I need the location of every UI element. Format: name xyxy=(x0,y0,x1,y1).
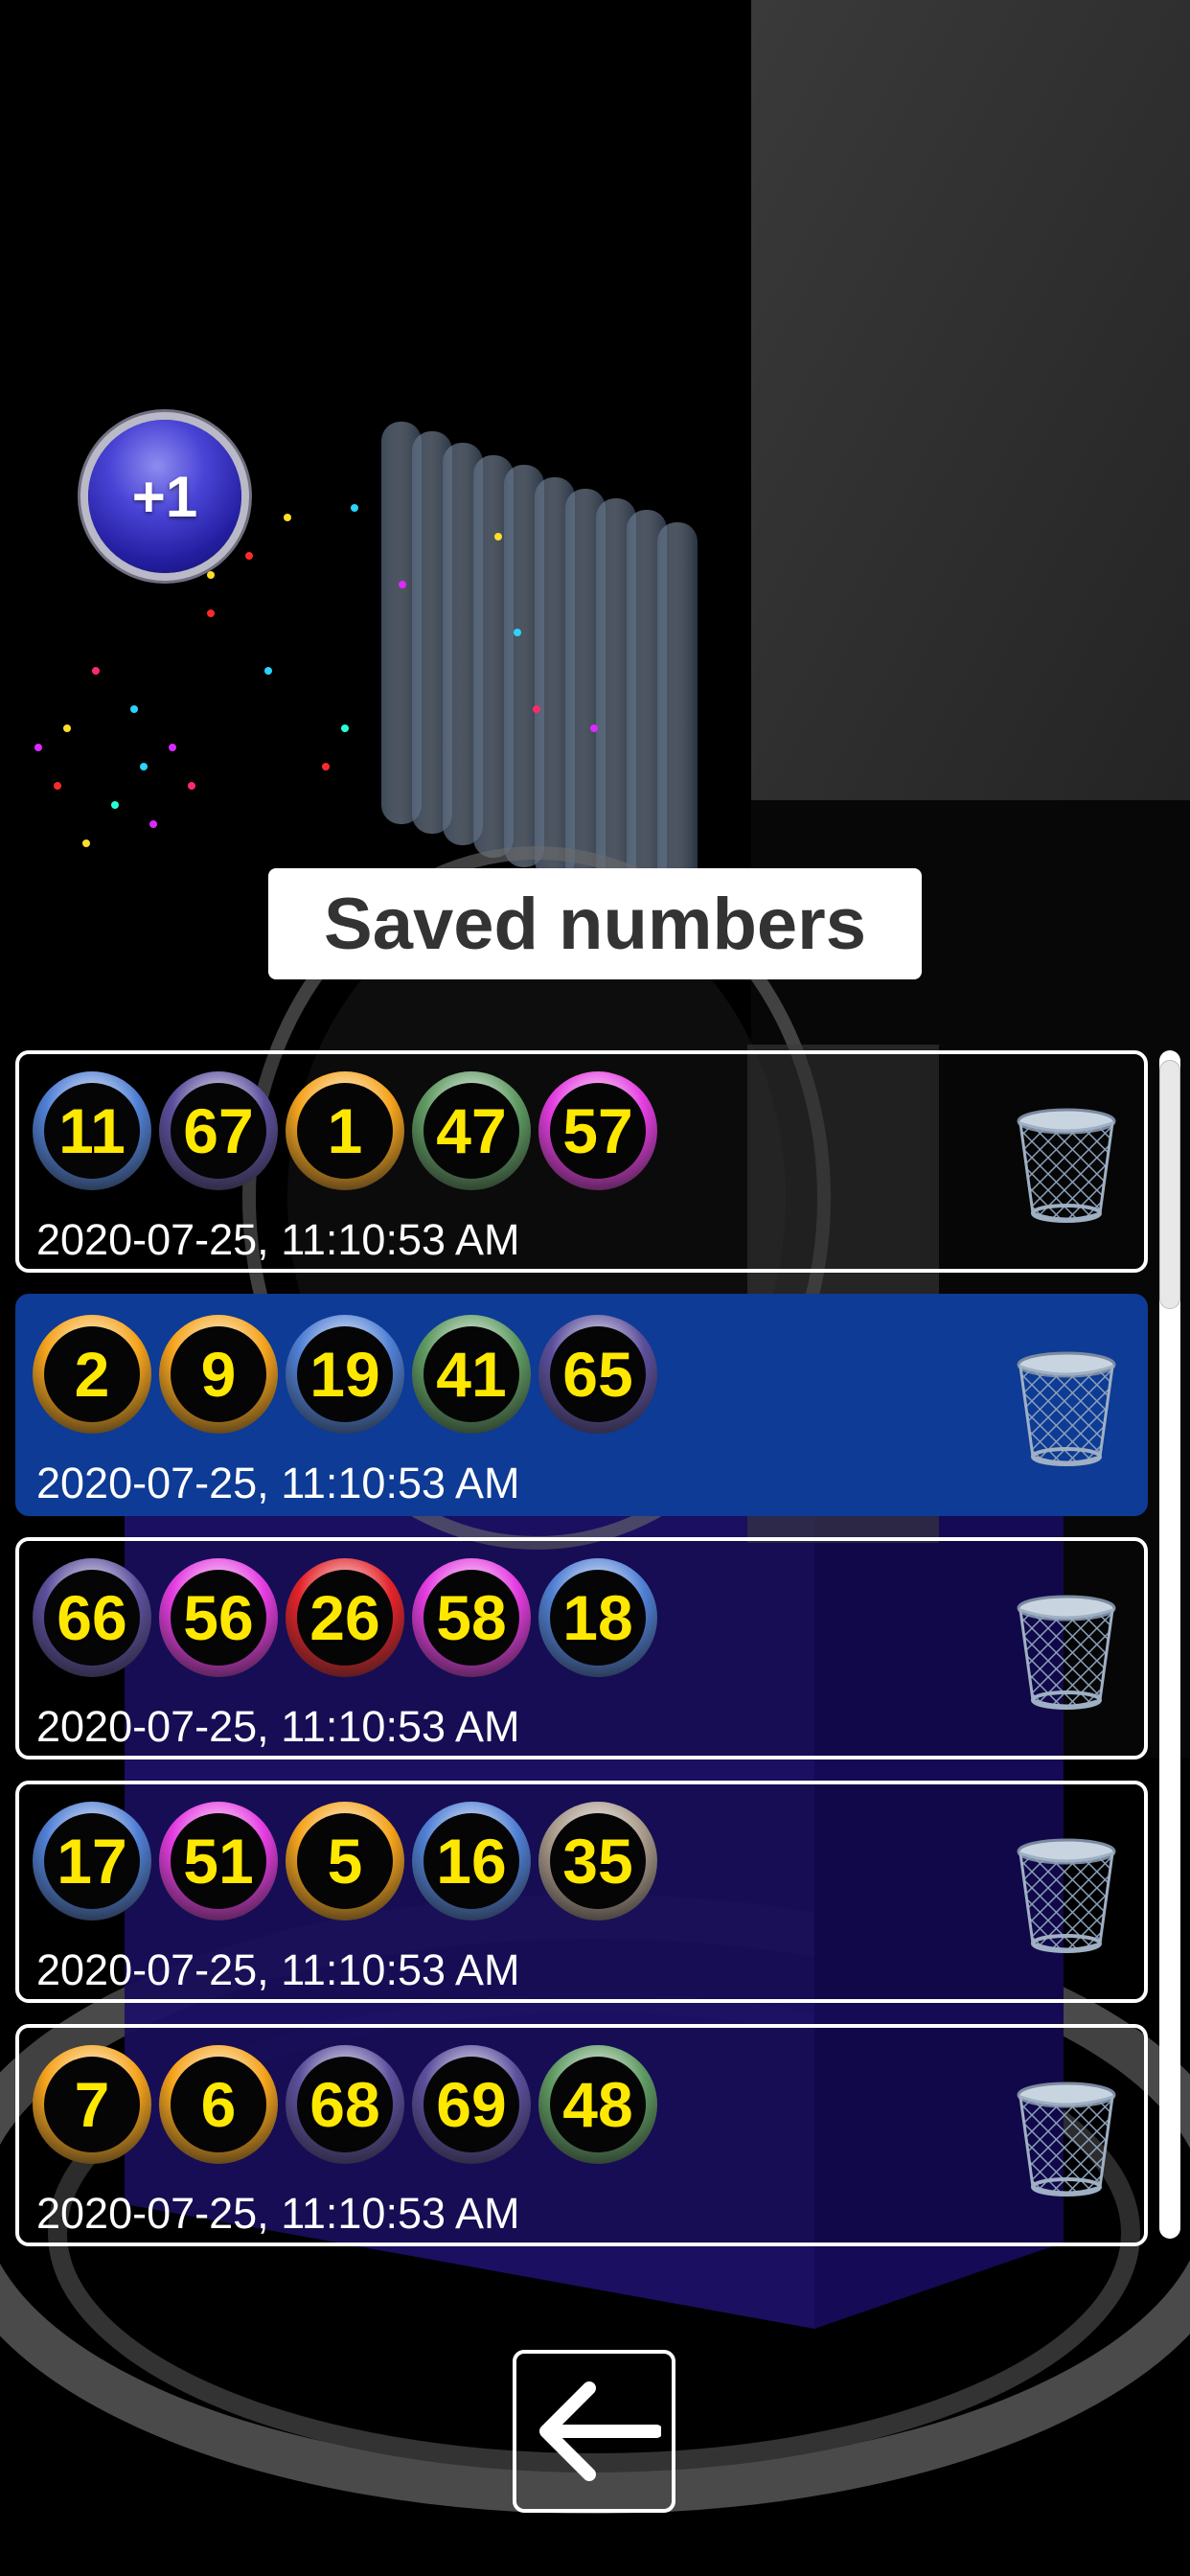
lottery-ball: 18 xyxy=(538,1558,657,1677)
lottery-ball: 9 xyxy=(159,1315,278,1434)
lottery-ball: 17 xyxy=(33,1802,151,1920)
saved-date: 2020-07-25, 11:10:53 AM xyxy=(36,1945,520,1994)
lottery-ball: 16 xyxy=(412,1802,531,1920)
ball-number: 7 xyxy=(74,2069,110,2140)
ball-group: 2 9 19 41 65 xyxy=(33,1315,665,1434)
ball-number: 57 xyxy=(562,1095,633,1166)
ball-number: 9 xyxy=(200,1339,237,1410)
ball-group: 17 51 5 16 35 xyxy=(33,1802,665,1920)
ball-number: 6 xyxy=(200,2069,237,2140)
page-title: Saved numbers xyxy=(268,868,922,979)
arrow-left-icon xyxy=(539,2381,661,2481)
lottery-ball: 2 xyxy=(33,1315,151,1434)
lottery-ball: 5 xyxy=(286,1802,404,1920)
ball-number: 51 xyxy=(183,1826,254,1897)
lottery-ball: 66 xyxy=(33,1558,151,1677)
lottery-ball: 56 xyxy=(159,1558,278,1677)
trash-icon[interactable] xyxy=(1016,1108,1117,1223)
lottery-ball: 19 xyxy=(286,1315,404,1434)
lottery-ball: 68 xyxy=(286,2045,404,2164)
page-title-text: Saved numbers xyxy=(324,883,866,965)
lottery-ball: 69 xyxy=(412,2045,531,2164)
lottery-ball: 67 xyxy=(159,1071,278,1190)
trash-icon[interactable] xyxy=(1016,2082,1117,2196)
trash-icon[interactable] xyxy=(1016,1838,1117,1953)
ball-number: 35 xyxy=(562,1826,633,1897)
saved-date: 2020-07-25, 11:10:53 AM xyxy=(36,1702,520,1751)
ball-number: 11 xyxy=(58,1095,126,1166)
ball-number: 68 xyxy=(309,2069,380,2140)
saved-row[interactable]: 2 9 19 41 65 2020-07-25, 11:10:53 AM xyxy=(15,1294,1148,1516)
ball-number: 2 xyxy=(74,1339,110,1410)
ball-number: 65 xyxy=(562,1339,633,1410)
lottery-ball: 51 xyxy=(159,1802,278,1920)
ball-number: 17 xyxy=(57,1826,127,1897)
lottery-ball: 65 xyxy=(538,1315,657,1434)
ball-number: 69 xyxy=(436,2069,507,2140)
scrollbar-thumb[interactable] xyxy=(1159,1060,1180,1309)
trash-icon[interactable] xyxy=(1016,1595,1117,1710)
ball-number: 26 xyxy=(309,1582,380,1653)
list-scrollbar[interactable] xyxy=(1159,1050,1180,2239)
lottery-ball: 11 xyxy=(33,1071,151,1190)
ball-number: 19 xyxy=(309,1339,380,1410)
trash-icon[interactable] xyxy=(1016,1351,1117,1466)
lottery-ball: 6 xyxy=(159,2045,278,2164)
ball-number: 58 xyxy=(436,1582,507,1653)
saved-date: 2020-07-25, 11:10:53 AM xyxy=(36,1459,520,1507)
saved-date: 2020-07-25, 11:10:53 AM xyxy=(36,2189,520,2238)
lottery-ball: 41 xyxy=(412,1315,531,1434)
saved-row[interactable]: 7 6 68 69 48 2020-07-25, 11:10:53 AM xyxy=(15,2024,1148,2246)
ball-group: 66 56 26 58 18 xyxy=(33,1558,665,1677)
ball-group: 7 6 68 69 48 xyxy=(33,2045,665,2164)
saved-date: 2020-07-25, 11:10:53 AM xyxy=(36,1215,520,1264)
lottery-ball: 1 xyxy=(286,1071,404,1190)
saved-row[interactable]: 17 51 5 16 35 2020-07-25, 11:10:53 AM xyxy=(15,1781,1148,2003)
lottery-ball: 47 xyxy=(412,1071,531,1190)
ball-number: 18 xyxy=(562,1582,633,1653)
ball-number: 41 xyxy=(436,1339,507,1410)
ball-number: 48 xyxy=(562,2069,633,2140)
lottery-ball: 7 xyxy=(33,2045,151,2164)
lottery-ball: 26 xyxy=(286,1558,404,1677)
ball-number: 56 xyxy=(183,1582,254,1653)
lottery-ball: 58 xyxy=(412,1558,531,1677)
saved-row[interactable]: 66 56 26 58 18 2020-07-25, 11:10:53 AM xyxy=(15,1537,1148,1760)
ball-number: 67 xyxy=(183,1095,254,1166)
back-button[interactable] xyxy=(513,2350,675,2513)
ball-number: 66 xyxy=(57,1582,127,1653)
ball-number: 5 xyxy=(327,1826,363,1897)
saved-row[interactable]: 11 67 1 47 57 2020-07-25, 11:10:53 AM xyxy=(15,1050,1148,1273)
lottery-ball: 35 xyxy=(538,1802,657,1920)
ball-number: 47 xyxy=(436,1095,507,1166)
plus-one-label: +1 xyxy=(131,464,198,529)
ball-number: 16 xyxy=(436,1826,507,1897)
plus-one-button[interactable]: +1 xyxy=(88,420,241,573)
ball-group: 11 67 1 47 57 xyxy=(33,1071,665,1190)
lottery-ball: 48 xyxy=(538,2045,657,2164)
lottery-ball: 57 xyxy=(538,1071,657,1190)
ball-number: 1 xyxy=(327,1095,363,1166)
